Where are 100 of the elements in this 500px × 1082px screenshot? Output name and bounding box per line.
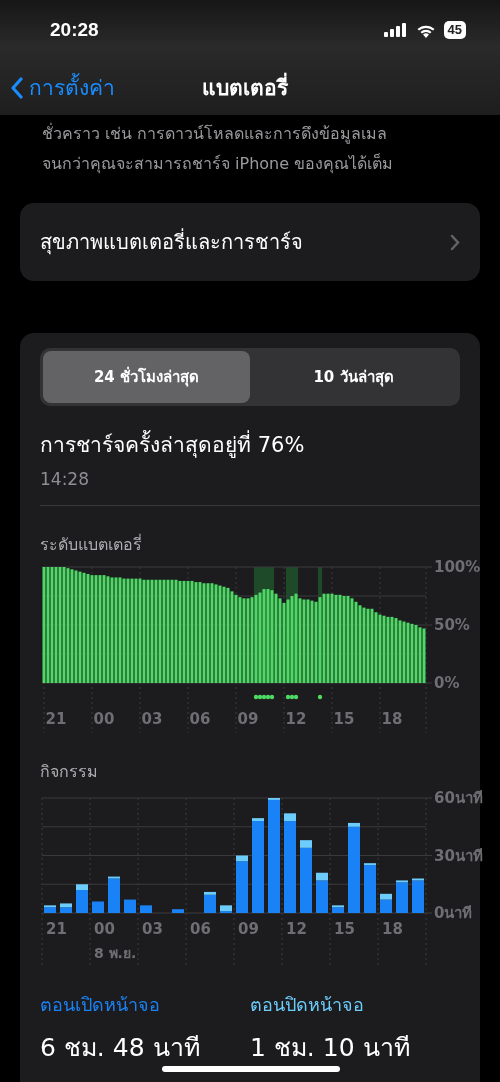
bar <box>54 567 58 683</box>
bar <box>410 623 414 683</box>
usage-value: 6 ชม. 48 นาที <box>40 1032 201 1064</box>
bar <box>202 583 206 683</box>
activity-bar <box>172 909 184 913</box>
bar <box>194 582 198 683</box>
bar <box>170 579 174 683</box>
axis-label: 12 <box>285 710 307 728</box>
chart-title: ระดับแบตเตอรี่ <box>40 533 143 556</box>
axis-label: 00 <box>94 920 115 938</box>
bar <box>310 600 314 683</box>
period-tab[interactable]: 24 ชั่วโมงล่าสุด <box>43 351 250 403</box>
activity-bar <box>364 863 376 913</box>
axis-label: 06 <box>189 710 211 728</box>
bar <box>206 583 210 683</box>
bar <box>326 593 330 683</box>
bar <box>130 578 134 683</box>
bar <box>284 813 296 821</box>
bar <box>50 567 54 683</box>
bar <box>76 890 88 913</box>
activity-bar <box>396 880 408 913</box>
bar <box>300 840 312 848</box>
last-charge-title: การชาร์จครั้งล่าสุดอยู่ที่ 76% <box>40 428 460 461</box>
usage-value: 1 ชม. 10 นาที <box>250 1032 411 1064</box>
bar <box>374 612 378 683</box>
bar <box>398 620 402 683</box>
activity-bar <box>316 872 328 913</box>
axis-label: 00 <box>93 710 115 728</box>
axis-label: 18 <box>382 920 403 938</box>
bar <box>62 567 66 683</box>
activity-bar <box>204 891 216 913</box>
bar <box>302 599 306 683</box>
axis-label: 100% <box>434 558 481 576</box>
bar <box>234 594 238 683</box>
bar <box>126 578 130 683</box>
axis-label: 09 <box>237 710 259 728</box>
bar <box>86 573 90 683</box>
axis-label: 15 <box>334 920 355 938</box>
period-tab[interactable]: 10 วันล่าสุด <box>250 351 457 403</box>
bar <box>42 567 46 683</box>
bar <box>214 584 218 683</box>
bar <box>110 577 114 683</box>
bar <box>114 577 118 683</box>
battery-indicator: 45 <box>443 21 466 39</box>
activity-bar <box>380 893 392 913</box>
bar <box>238 597 242 683</box>
bar <box>102 575 106 683</box>
bar <box>186 580 190 683</box>
bar <box>58 567 62 683</box>
last-charge-time: 14:28 <box>40 469 90 489</box>
bar <box>348 822 360 827</box>
bar <box>380 893 392 900</box>
bar <box>118 577 122 683</box>
intro-text: ชั่วคราว เช่น การดาวน์โหลดและการดึงข้อมูลเมล จนกว่าคุณจะสามารถชาร์จ iPhone ของคุณได้เต็ม <box>42 122 395 176</box>
bar <box>204 891 216 895</box>
bar <box>106 576 110 683</box>
bar <box>358 605 362 683</box>
activity-bar <box>76 884 88 913</box>
bar <box>122 578 126 683</box>
axis-label: 21 <box>45 710 67 728</box>
bar <box>354 601 358 683</box>
bar <box>380 899 392 913</box>
activity-bar <box>236 855 248 913</box>
activity-bar <box>44 905 56 913</box>
bar <box>94 575 98 683</box>
bar <box>166 579 170 683</box>
signal-icon <box>383 23 408 37</box>
date-label: 8 พ.ย. <box>94 945 137 961</box>
bar <box>342 596 346 683</box>
bar <box>174 579 178 683</box>
axis-label: 18 <box>381 710 403 728</box>
bar <box>178 580 182 683</box>
bar <box>414 625 418 683</box>
bar <box>382 615 386 683</box>
activity-bar <box>108 876 120 913</box>
bar <box>316 872 328 881</box>
bar <box>378 614 382 683</box>
axis-label: 03 <box>142 920 163 938</box>
bar <box>242 598 246 683</box>
bar <box>154 579 158 683</box>
bar <box>334 594 338 683</box>
bar <box>366 608 370 683</box>
axis-label: 06 <box>190 920 211 938</box>
bar <box>418 627 422 683</box>
bar <box>422 628 426 683</box>
back-button[interactable]: การตั้งค่า <box>0 71 115 104</box>
status-time: 20:28 <box>50 19 99 41</box>
chevron-right-icon <box>450 233 460 251</box>
axis-label: 21 <box>46 920 67 938</box>
bar <box>76 884 88 890</box>
bar <box>182 580 186 683</box>
activity-bar <box>60 903 72 913</box>
legend-label: ตอนปิดหน้าจอ <box>250 993 365 1017</box>
axis-label: 60นาที <box>434 789 483 807</box>
battery-health-row[interactable]: สุขภาพแบตเตอรี่และการชาร์จ <box>20 203 480 281</box>
bar <box>134 578 138 683</box>
bar <box>218 585 222 683</box>
chevron-left-icon <box>10 76 23 99</box>
bar <box>142 579 146 683</box>
bar <box>330 593 334 683</box>
